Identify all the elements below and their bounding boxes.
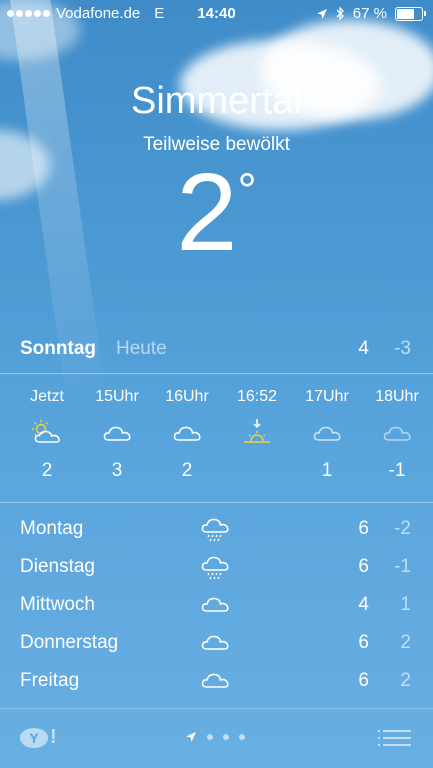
- daily-row: Donnerstag 6 2: [0, 626, 433, 664]
- daily-row: Montag 6 -2: [0, 512, 433, 550]
- page-dot-icon: [207, 734, 213, 740]
- today-day: Sonntag: [20, 338, 96, 359]
- hourly-time: 18Uhr: [375, 388, 419, 405]
- today-high: 4: [358, 338, 369, 359]
- yahoo-logo[interactable]: Y: [20, 728, 48, 748]
- today-row: Sonntag Heute 4 -3: [0, 338, 433, 362]
- page-dot-icon: [239, 734, 245, 740]
- location-arrow-icon: [186, 732, 196, 742]
- temperature-value: 2: [176, 151, 238, 274]
- daily-low: 1: [400, 594, 411, 615]
- battery-icon: [395, 6, 426, 21]
- hourly-item: Jetzt 2: [12, 386, 82, 484]
- hourly-time: 15Uhr: [95, 388, 139, 405]
- daily-low: 2: [400, 632, 411, 653]
- daily-day: Mittwoch: [20, 594, 95, 615]
- sunset-icon: [222, 414, 292, 450]
- hourly-item: 16Uhr 2: [152, 386, 222, 484]
- hourly-temp: 3: [111, 460, 123, 481]
- hourly-item: 16:52: [222, 386, 292, 484]
- cloud-icon: [82, 414, 152, 450]
- rain-cloud-icon: [200, 516, 230, 550]
- daily-high: 6: [358, 556, 369, 577]
- divider: [0, 502, 433, 503]
- bluetooth-icon: [336, 6, 344, 21]
- cloud-icon: [200, 668, 230, 696]
- battery-percent: 67 %: [352, 5, 387, 22]
- city-name: Simmertal: [130, 80, 303, 122]
- cloud-icon: [200, 630, 230, 658]
- hourly-item: 15Uhr 3: [82, 386, 152, 484]
- cloud-icon: [292, 414, 362, 450]
- hourly-temp: 1: [321, 460, 333, 481]
- page-dot-icon: [223, 734, 229, 740]
- daily-day: Dienstag: [20, 556, 95, 577]
- degree-symbol: °: [237, 165, 257, 218]
- page-indicator[interactable]: [185, 731, 245, 743]
- rain-cloud-icon: [200, 554, 230, 588]
- sun-cloud-icon: [12, 414, 82, 450]
- current-temperature: 2°: [0, 158, 433, 268]
- cloud-icon: [200, 592, 230, 620]
- daily-row: Dienstag 6 -1: [0, 550, 433, 588]
- daily-row: Freitag 6 2: [0, 664, 433, 702]
- daily-day: Freitag: [20, 670, 80, 691]
- daily-high: 6: [358, 670, 369, 691]
- hourly-item: 18Uhr -1: [362, 386, 432, 484]
- daily-low: 2: [400, 670, 411, 691]
- cloud-icon: [152, 414, 222, 450]
- daily-high: 6: [358, 518, 369, 539]
- daily-forecast[interactable]: Montag 6 -2 Dienstag 6 -1 Mittwoch 4 1 D…: [0, 512, 433, 702]
- bottom-bar: Y !: [0, 708, 433, 768]
- hourly-time: Jetzt: [30, 388, 64, 405]
- daily-day: Montag: [20, 518, 84, 539]
- hourly-time: 16Uhr: [165, 388, 209, 405]
- location-arrow-icon: [316, 8, 327, 19]
- daily-high: 6: [358, 632, 369, 653]
- list-icon[interactable]: [378, 730, 411, 751]
- hourly-forecast[interactable]: Jetzt 2 15Uhr 3 16Uhr 2 16:52 17Uhr 1 18…: [0, 386, 433, 492]
- hourly-temp: -1: [388, 460, 406, 481]
- divider: [0, 373, 433, 374]
- cloud-icon: [362, 414, 432, 450]
- hourly-temp: 2: [41, 460, 53, 481]
- daily-low: -2: [394, 518, 411, 539]
- daily-low: -1: [394, 556, 411, 577]
- today-low: -3: [394, 338, 411, 359]
- today-label: Heute: [116, 338, 167, 359]
- daily-day: Donnerstag: [20, 632, 119, 653]
- hourly-temp: [222, 460, 292, 484]
- hourly-time: 17Uhr: [305, 388, 349, 405]
- daily-high: 4: [358, 594, 369, 615]
- weather-screen: Vodafone.de E 14:40 67 % Simmertal Teilw…: [0, 0, 433, 768]
- hourly-time: 16:52: [236, 388, 278, 405]
- status-bar: Vodafone.de E 14:40 67 %: [0, 0, 433, 28]
- daily-row: Mittwoch 4 1: [0, 588, 433, 626]
- hourly-item: 17Uhr 1: [292, 386, 362, 484]
- hourly-temp: 2: [181, 460, 193, 481]
- yahoo-logo-exclamation: !: [50, 726, 57, 748]
